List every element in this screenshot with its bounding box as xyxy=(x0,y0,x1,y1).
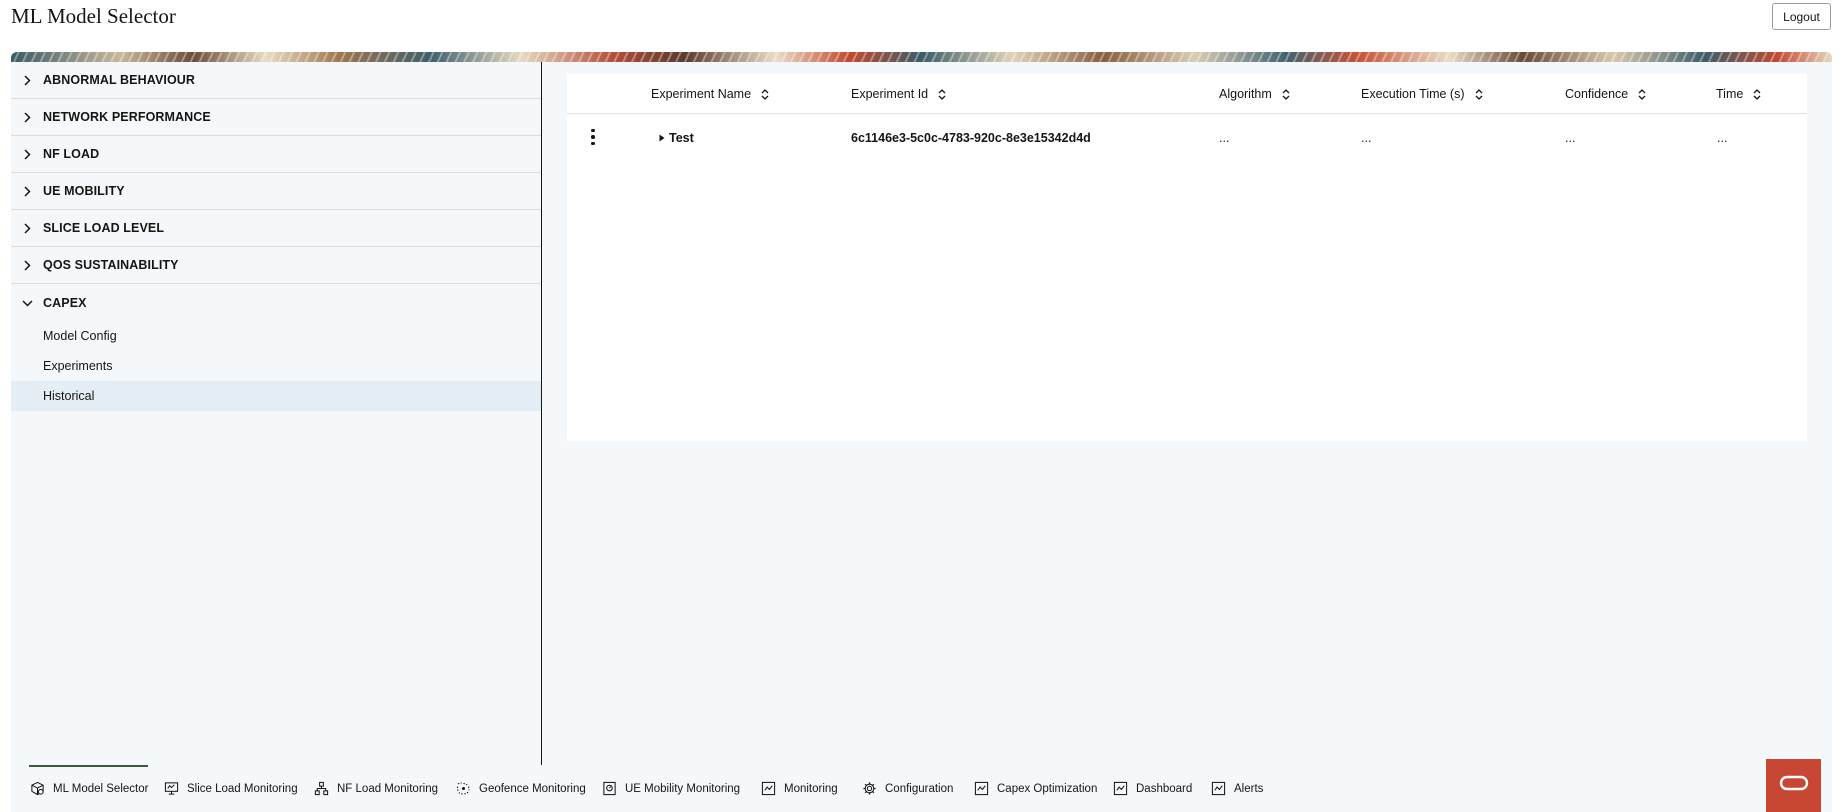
column-header-label: Time xyxy=(1716,87,1744,101)
monitor-icon xyxy=(163,781,179,797)
tab-alerts[interactable]: Alerts xyxy=(1210,765,1263,812)
confidence-cell: ... xyxy=(1565,131,1576,145)
chart-icon xyxy=(1112,781,1128,797)
oracle-logo-icon xyxy=(1779,775,1809,796)
tab-ue-mobility-monitoring[interactable]: UE Mobility Monitoring xyxy=(601,765,740,812)
sidebar-item-abnormal-behaviour[interactable]: ABNORMAL BEHAVIOUR xyxy=(11,62,541,99)
tab-slice-load-monitoring[interactable]: Slice Load Monitoring xyxy=(163,765,298,812)
sidebar-item-label: UE MOBILITY xyxy=(43,184,125,198)
gear-icon xyxy=(861,781,877,797)
column-header-label: Experiment Id xyxy=(851,87,929,101)
more-actions-icon[interactable] xyxy=(586,126,600,148)
tab-dashboard[interactable]: Dashboard xyxy=(1112,765,1192,812)
tab-label: Capex Optimization xyxy=(997,782,1098,795)
oracle-assistant-button[interactable] xyxy=(1766,759,1821,812)
chevron-down-icon xyxy=(21,297,33,309)
experiment-id-cell: 6c1146e3-5c0c-4783-920c-8e3e15342d4d xyxy=(851,131,1091,145)
chevron-right-icon xyxy=(21,148,33,160)
table-header: Experiment Name Experiment Id Algorithm … xyxy=(567,74,1807,114)
sidebar-item-network-performance[interactable]: NETWORK PERFORMANCE xyxy=(11,99,541,136)
sort-icon[interactable] xyxy=(1638,88,1646,101)
sidebar-subitem-experiments[interactable]: Experiments xyxy=(11,351,541,381)
tab-capex-optimization[interactable]: Capex Optimization xyxy=(973,765,1097,812)
chevron-right-icon xyxy=(21,222,33,234)
sidebar: ABNORMAL BEHAVIOUR NETWORK PERFORMANCE N… xyxy=(11,62,542,765)
experiment-name: Test xyxy=(669,131,694,145)
chart-icon xyxy=(1210,781,1226,797)
sidebar-subitem-historical[interactable]: Historical xyxy=(11,381,541,411)
expand-triangle-icon[interactable] xyxy=(659,134,665,142)
sidebar-item-label: SLICE LOAD LEVEL xyxy=(43,221,165,235)
tab-nf-load-monitoring[interactable]: NF Load Monitoring xyxy=(313,765,438,812)
sort-icon[interactable] xyxy=(1753,88,1761,101)
model-selector-icon xyxy=(29,781,45,797)
sidebar-subitem-model-config[interactable]: Model Config xyxy=(11,321,541,351)
sidebar-item-capex[interactable]: CAPEX xyxy=(11,284,541,321)
algorithm-cell: ... xyxy=(1219,131,1230,145)
column-header-execution-time[interactable]: Execution Time (s) xyxy=(1361,74,1483,114)
column-header-confidence[interactable]: Confidence xyxy=(1565,74,1646,114)
sidebar-item-ue-mobility[interactable]: UE MOBILITY xyxy=(11,173,541,210)
chart-icon xyxy=(760,781,776,797)
column-header-label: Execution Time (s) xyxy=(1361,87,1465,101)
experiment-name-cell[interactable]: Test xyxy=(659,114,694,162)
sort-icon[interactable] xyxy=(1282,88,1290,101)
sidebar-item-label: CAPEX xyxy=(43,295,87,310)
column-header-label: Confidence xyxy=(1565,87,1629,101)
hierarchy-icon xyxy=(313,781,329,797)
tab-label: Slice Load Monitoring xyxy=(187,782,298,795)
execution-time-cell: ... xyxy=(1361,131,1372,145)
geofence-icon xyxy=(455,781,471,797)
page-title: ML Model Selector xyxy=(11,4,176,28)
sidebar-item-label: QOS SUSTAINABILITY xyxy=(43,258,179,272)
tab-label: Alerts xyxy=(1234,782,1264,795)
sort-icon[interactable] xyxy=(761,88,769,101)
column-header-label: Experiment Name xyxy=(651,87,752,101)
mobility-icon xyxy=(601,781,617,797)
tab-label: ML Model Selector xyxy=(53,782,149,795)
sidebar-item-qos-sustainability[interactable]: QOS SUSTAINABILITY xyxy=(11,247,541,284)
column-header-experiment-name[interactable]: Experiment Name xyxy=(651,74,769,114)
chevron-right-icon xyxy=(21,259,33,271)
tab-geofence-monitoring[interactable]: Geofence Monitoring xyxy=(455,765,586,812)
main-area: ABNORMAL BEHAVIOUR NETWORK PERFORMANCE N… xyxy=(11,62,1832,765)
tab-monitoring[interactable]: Monitoring xyxy=(760,765,838,812)
chevron-right-icon xyxy=(21,74,33,86)
sidebar-item-label: ABNORMAL BEHAVIOUR xyxy=(43,73,196,87)
decorative-banner xyxy=(11,52,1832,62)
time-cell: ... xyxy=(1717,131,1728,145)
column-header-algorithm[interactable]: Algorithm xyxy=(1219,74,1290,114)
sort-icon[interactable] xyxy=(938,88,946,101)
sidebar-item-label: NETWORK PERFORMANCE xyxy=(43,110,211,124)
tab-label: Configuration xyxy=(885,782,954,795)
experiments-table: Experiment Name Experiment Id Algorithm … xyxy=(567,74,1807,441)
column-header-experiment-id[interactable]: Experiment Id xyxy=(851,74,946,114)
tab-label: Geofence Monitoring xyxy=(479,782,586,795)
logout-button[interactable]: Logout xyxy=(1772,3,1831,30)
column-header-time[interactable]: Time xyxy=(1716,74,1761,114)
tab-configuration[interactable]: Configuration xyxy=(861,765,953,812)
sidebar-item-slice-load-level[interactable]: SLICE LOAD LEVEL xyxy=(11,210,541,247)
tab-label: Dashboard xyxy=(1136,782,1193,795)
sort-icon[interactable] xyxy=(1475,88,1483,101)
tab-ml-model-selector[interactable]: ML Model Selector xyxy=(29,765,149,812)
tab-label: Monitoring xyxy=(784,782,838,795)
sidebar-item-nf-load[interactable]: NF LOAD xyxy=(11,136,541,173)
chart-icon xyxy=(973,781,989,797)
sidebar-item-label: NF LOAD xyxy=(43,147,100,161)
footer-nav: ML Model Selector Slice Load Monitoring … xyxy=(11,765,1832,812)
tab-label: UE Mobility Monitoring xyxy=(625,782,741,795)
tab-label: NF Load Monitoring xyxy=(337,782,438,795)
chevron-right-icon xyxy=(21,185,33,197)
table-row[interactable]: Test 6c1146e3-5c0c-4783-920c-8e3e15342d4… xyxy=(567,114,1807,162)
chevron-right-icon xyxy=(21,111,33,123)
column-header-label: Algorithm xyxy=(1219,87,1272,101)
